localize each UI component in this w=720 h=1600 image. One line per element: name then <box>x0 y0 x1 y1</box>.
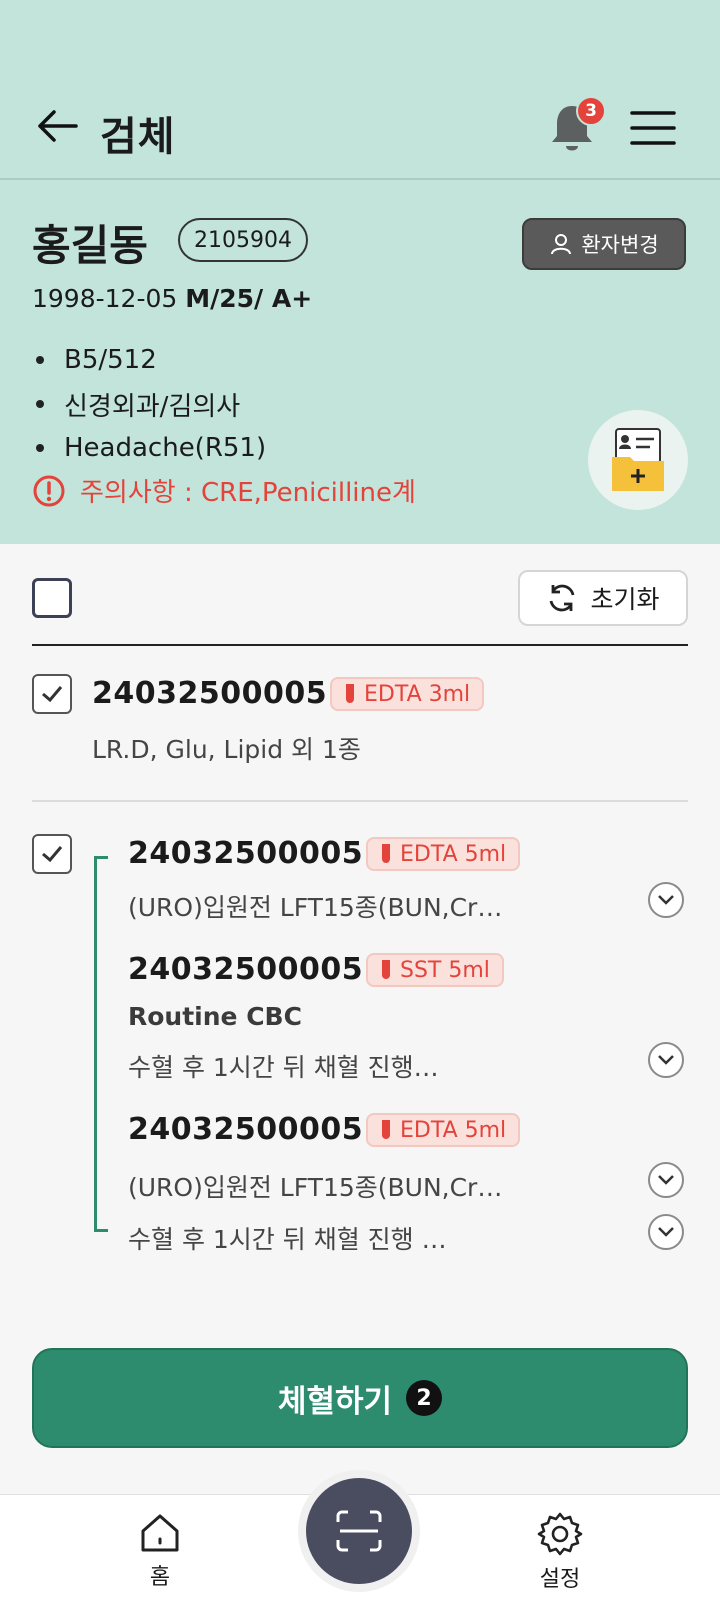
check-icon <box>42 686 63 703</box>
header-divider <box>0 178 720 180</box>
reset-label: 초기화 <box>590 585 660 614</box>
list-header-divider <box>32 644 688 646</box>
specimen-tests: (URO)입원전 LFT15종(BUN,Cr… <box>128 1173 503 1202</box>
scan-icon <box>336 1510 382 1552</box>
expand-button[interactable] <box>648 1162 684 1198</box>
back-arrow-icon[interactable] <box>36 108 78 144</box>
expand-button[interactable] <box>648 1214 684 1250</box>
test-tube-icon <box>382 1120 390 1139</box>
patient-id-badge: 2105904 <box>178 218 308 262</box>
tube-badge: SST 5ml <box>366 953 504 987</box>
caution-text: 주의사항 : CRE,Penicilline계 <box>80 478 416 508</box>
specimen-note: 수혈 후 1시간 뒤 채혈 진행… <box>128 1053 439 1082</box>
specimen-number: 24032500005 <box>128 836 364 871</box>
gear-icon <box>537 1512 583 1556</box>
patient-department: 신경외과/김의사 <box>32 382 266 426</box>
tube-badge: EDTA 3ml <box>330 677 485 711</box>
tube-label: EDTA 3ml <box>364 681 471 707</box>
tube-badge: EDTA 5ml <box>366 837 521 871</box>
specimen-group-checkbox[interactable] <box>32 834 72 874</box>
nav-settings-label: 설정 <box>539 1567 581 1592</box>
chevron-down-icon <box>658 1227 674 1237</box>
patient-meta: 1998-12-05 M/25/ A+ <box>32 284 312 313</box>
draw-blood-label: 체혈하기 <box>277 1383 393 1420</box>
specimen-number: 24032500005 <box>92 676 328 711</box>
group-bracket <box>94 856 108 1232</box>
home-icon <box>141 1514 179 1552</box>
specimen-divider <box>32 800 688 802</box>
nav-home[interactable]: 홈 <box>120 1511 200 1591</box>
patient-sex-age-blood: M/25/ A+ <box>185 284 313 313</box>
refresh-icon <box>550 584 575 612</box>
caution-row: 주의사항 : CRE,Penicilline계 <box>32 472 416 509</box>
expand-button[interactable] <box>648 1042 684 1078</box>
scan-button[interactable] <box>306 1478 412 1584</box>
select-all-checkbox[interactable] <box>32 578 72 618</box>
specimen-note: 수혈 후 1시간 뒤 채혈 진행 … <box>128 1225 447 1254</box>
expand-button[interactable] <box>648 882 684 918</box>
change-patient-button[interactable]: 환자변경 <box>522 218 686 270</box>
draw-blood-button[interactable]: 체혈하기 2 <box>32 1348 688 1448</box>
add-record-button[interactable] <box>588 410 688 510</box>
test-tube-icon <box>346 684 354 703</box>
specimen-number: 24032500005 <box>128 952 364 987</box>
change-patient-label: 환자변경 <box>581 233 659 257</box>
hamburger-menu-icon[interactable] <box>630 110 676 146</box>
tube-label: EDTA 5ml <box>400 841 507 867</box>
warning-icon <box>33 475 65 506</box>
tube-badge: EDTA 5ml <box>366 1113 521 1147</box>
chevron-down-icon <box>658 1055 674 1065</box>
specimen-title: Routine CBC <box>128 1002 302 1031</box>
scan-button-ring <box>298 1470 420 1592</box>
nav-settings[interactable]: 설정 <box>520 1511 600 1593</box>
patient-name: 홍길동 <box>32 221 148 270</box>
patient-ward: B5/512 <box>32 338 266 382</box>
selected-count-badge: 2 <box>406 1380 443 1416</box>
page-title: 검체 <box>100 114 176 160</box>
test-tube-icon <box>382 960 390 979</box>
patient-birth: 1998-12-05 <box>32 284 178 313</box>
check-icon <box>42 846 63 863</box>
tube-label: EDTA 5ml <box>400 1117 507 1143</box>
person-icon <box>551 234 572 255</box>
reset-button[interactable]: 초기화 <box>518 570 688 626</box>
tube-label: SST 5ml <box>400 957 490 983</box>
patient-diagnosis: Headache(R51) <box>32 426 266 470</box>
specimen-number: 24032500005 <box>128 1112 364 1147</box>
patient-details-list: B5/512 신경외과/김의사 Headache(R51) <box>32 338 266 470</box>
specimen-tests: (URO)입원전 LFT15종(BUN,Cr… <box>128 893 503 922</box>
chevron-down-icon <box>658 895 674 905</box>
chevron-down-icon <box>658 1175 674 1185</box>
specimen-tests: LR.D, Glu, Lipid 외 1종 <box>92 735 361 764</box>
notification-badge: 3 <box>576 96 606 126</box>
specimen-checkbox-1[interactable] <box>32 674 72 714</box>
test-tube-icon <box>382 844 390 863</box>
nav-home-label: 홈 <box>149 1565 171 1590</box>
folder-add-icon <box>612 428 664 491</box>
